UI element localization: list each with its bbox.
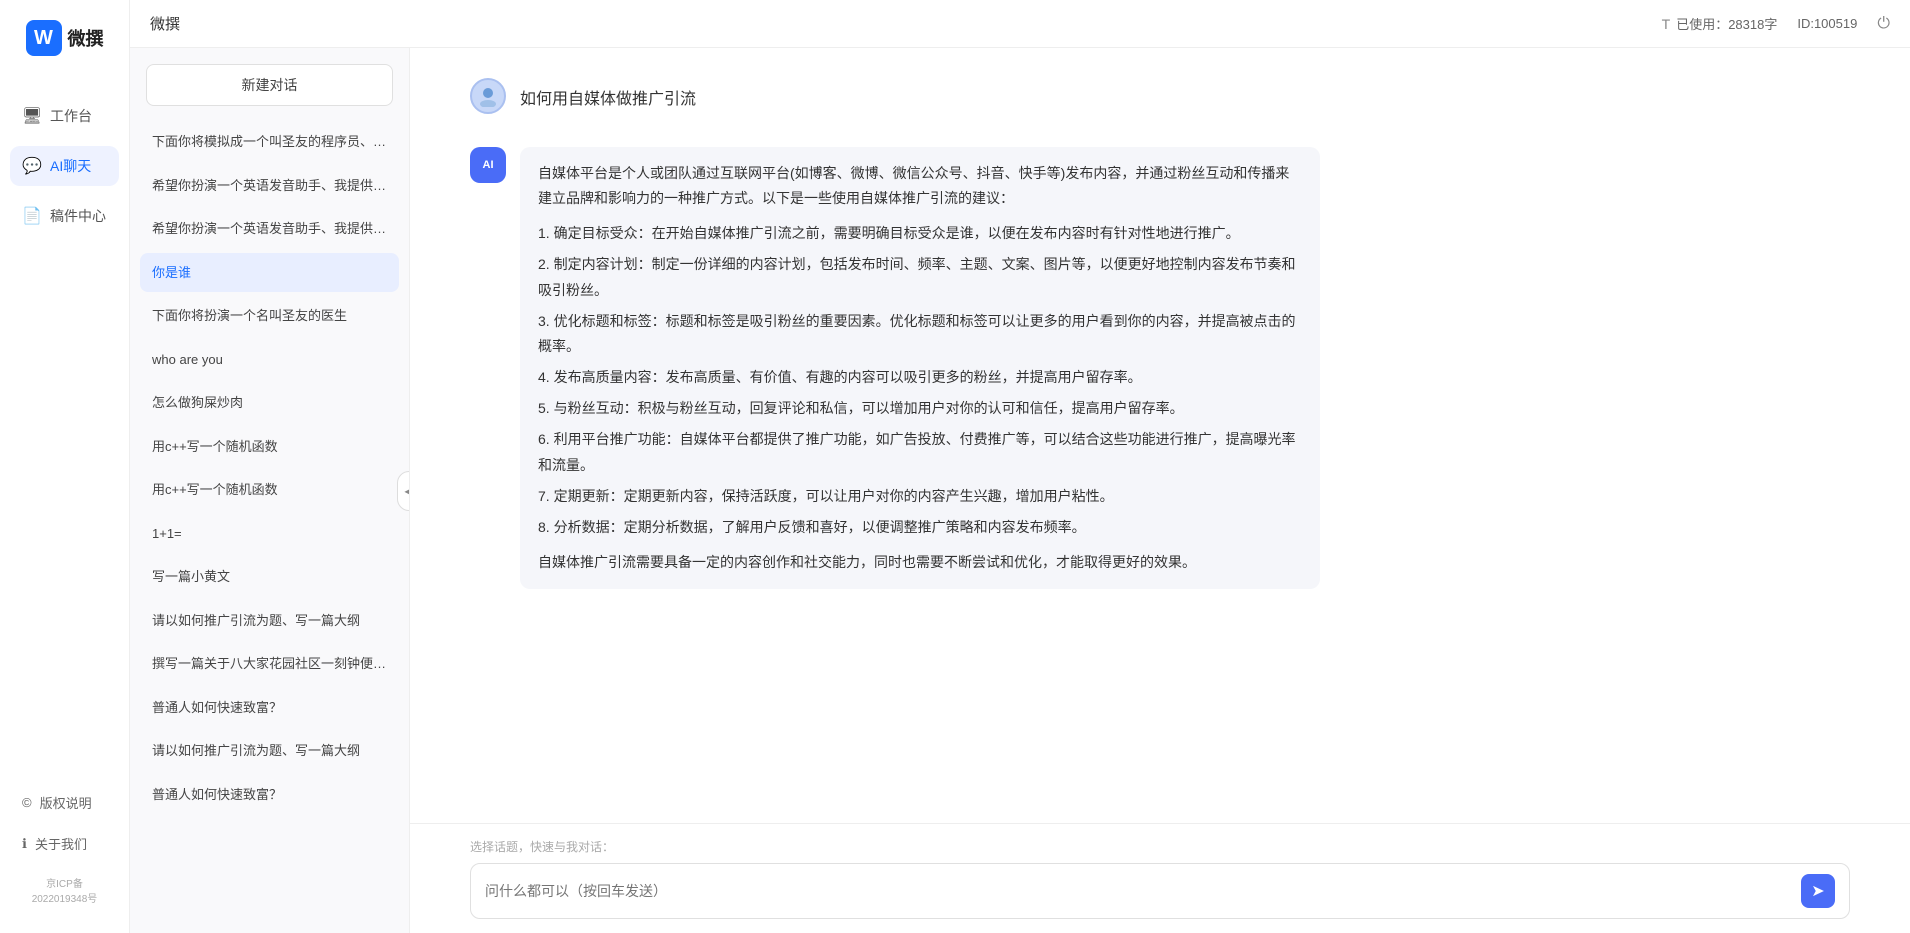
- ai-para-0: 自媒体平台是个人或团队通过互联网平台(如博客、微博、微信公众号、抖音、快手等)发…: [538, 161, 1302, 211]
- logout-icon[interactable]: ⏻: [1877, 15, 1890, 33]
- sidebar-item-ai-chat[interactable]: 💬 AI聊天: [10, 146, 119, 186]
- sidebar-item-label-workbench: 工作台: [50, 106, 92, 126]
- copyright-item[interactable]: © 版权说明: [10, 785, 119, 820]
- chat-main: 如何用自媒体做推广引流 AI 自媒体平台是个人或团队通过互联网平台(如博客、微博…: [410, 48, 1910, 933]
- chat-input[interactable]: [485, 883, 1791, 899]
- list-item[interactable]: 普通人如何快速致富？: [140, 688, 399, 728]
- ai-message-row: AI 自媒体平台是个人或团队通过互联网平台(如博客、微博、微信公众号、抖音、快手…: [470, 147, 1850, 590]
- workbench-icon: 🖥: [22, 106, 42, 126]
- usage-label: 已使用：28318字: [1676, 14, 1777, 33]
- list-item[interactable]: 希望你扮演一个英语发音助手、我提供给你...: [140, 209, 399, 249]
- list-item[interactable]: 撰写一篇关于八大家花园社区一刻钟便民生...: [140, 644, 399, 684]
- nav-items: 🖥 工作台 💬 AI聊天 📄 稿件中心: [0, 96, 129, 785]
- about-label: 关于我们: [35, 834, 87, 853]
- input-box: ➤: [470, 863, 1850, 919]
- sidebar-item-label-ai-chat: AI聊天: [50, 156, 91, 176]
- sidebar-item-workbench[interactable]: 🖥 工作台: [10, 96, 119, 136]
- list-item[interactable]: 下面你将模拟成一个叫圣友的程序员、我说...: [140, 122, 399, 162]
- ai-para-6: 6. 利用平台推广功能：自媒体平台都提供了推广功能，如广告投放、付费推广等，可以…: [538, 427, 1302, 477]
- list-item[interactable]: 下面你将扮演一个名叫圣友的医生: [140, 296, 399, 336]
- chat-list: 下面你将模拟成一个叫圣友的程序员、我说... 希望你扮演一个英语发音助手、我提供…: [130, 122, 409, 933]
- ai-para-1: 1. 确定目标受众：在开始自媒体推广引流之前，需要明确目标受众是谁，以便在发布内…: [538, 221, 1302, 246]
- collapse-button[interactable]: ◀: [397, 471, 410, 511]
- ai-para-2: 2. 制定内容计划：制定一份详细的内容计划，包括发布时间、频率、主题、文案、图片…: [538, 252, 1302, 302]
- main-area: 微撰 T 已使用：28318字 ID:100519 ⏻ 新建对话 下面你将模拟成…: [130, 0, 1910, 933]
- id-label: ID:100519: [1797, 16, 1857, 31]
- logo-text: 微撰: [68, 25, 104, 51]
- usage-icon: T: [1662, 16, 1671, 32]
- list-item[interactable]: 请以如何推广引流为题、写一篇大纲: [140, 601, 399, 641]
- ai-para-8: 8. 分析数据：定期分析数据，了解用户反馈和喜好，以便调整推广策略和内容发布频率…: [538, 515, 1302, 540]
- icp-text: 京ICP备2022019348号: [10, 867, 119, 913]
- usage-info: T 已使用：28318字: [1662, 14, 1778, 33]
- sidebar-nav: W 微撰 🖥 工作台 💬 AI聊天 📄 稿件中心 © 版权说明 ℹ 关于我们 京…: [0, 0, 130, 933]
- ai-para-3: 3. 优化标题和标签：标题和标签是吸引粉丝的重要因素。优化标题和标签可以让更多的…: [538, 309, 1302, 359]
- list-item[interactable]: 普通人如何快速致富？: [140, 775, 399, 815]
- copyright-label: 版权说明: [40, 793, 92, 812]
- content-area: 新建对话 下面你将模拟成一个叫圣友的程序员、我说... 希望你扮演一个英语发音助…: [130, 48, 1910, 933]
- nav-bottom: © 版权说明 ℹ 关于我们 京ICP备2022019348号: [0, 785, 129, 913]
- ai-para-5: 5. 与粉丝互动：积极与粉丝互动，回复评论和私信，可以增加用户对你的认可和信任，…: [538, 396, 1302, 421]
- copyright-icon: ©: [22, 795, 32, 810]
- logo-area: W 微撰: [26, 20, 104, 56]
- ai-chat-icon: 💬: [22, 156, 42, 176]
- topbar-right: T 已使用：28318字 ID:100519 ⏻: [1662, 14, 1890, 33]
- list-item[interactable]: 用c++写一个随机函数: [140, 470, 399, 510]
- ai-message-content: 自媒体平台是个人或团队通过互联网平台(如博客、微博、微信公众号、抖音、快手等)发…: [520, 147, 1320, 590]
- list-item[interactable]: 你是谁: [140, 253, 399, 293]
- about-item[interactable]: ℹ 关于我们: [10, 826, 119, 861]
- chat-input-area: 选择话题，快速与我对话： ➤: [410, 823, 1910, 933]
- list-item[interactable]: 用c++写一个随机函数: [140, 427, 399, 467]
- drafts-icon: 📄: [22, 206, 42, 226]
- list-item[interactable]: 1+1=: [140, 514, 399, 554]
- chat-sidebar: 新建对话 下面你将模拟成一个叫圣友的程序员、我说... 希望你扮演一个英语发音助…: [130, 48, 410, 933]
- quick-topics-label: 选择话题，快速与我对话：: [470, 838, 1850, 855]
- user-question-text: 如何用自媒体做推广引流: [520, 85, 696, 114]
- send-button[interactable]: ➤: [1801, 874, 1835, 908]
- logo-icon: W: [26, 20, 62, 56]
- sidebar-item-label-drafts: 稿件中心: [50, 206, 106, 226]
- topbar: 微撰 T 已使用：28318字 ID:100519 ⏻: [130, 0, 1910, 48]
- send-icon: ➤: [1811, 881, 1824, 901]
- list-item[interactable]: who are you: [140, 340, 399, 380]
- user-avatar: [470, 78, 506, 114]
- ai-para-9: 自媒体推广引流需要具备一定的内容创作和社交能力，同时也需要不断尝试和优化，才能取…: [538, 550, 1302, 575]
- ai-para-4: 4. 发布高质量内容：发布高质量、有价值、有趣的内容可以吸引更多的粉丝，并提高用…: [538, 365, 1302, 390]
- chat-messages: 如何用自媒体做推广引流 AI 自媒体平台是个人或团队通过互联网平台(如博客、微博…: [410, 48, 1910, 823]
- list-item[interactable]: 写一篇小黄文: [140, 557, 399, 597]
- about-icon: ℹ: [22, 836, 27, 852]
- list-item[interactable]: 希望你扮演一个英语发音助手、我提供给你...: [140, 166, 399, 206]
- topbar-title: 微撰: [150, 13, 180, 34]
- list-item[interactable]: 怎么做狗屎炒肉: [140, 383, 399, 423]
- user-message-row: 如何用自媒体做推广引流: [470, 78, 1850, 123]
- new-chat-button[interactable]: 新建对话: [146, 64, 393, 106]
- ai-para-7: 7. 定期更新：定期更新内容，保持活跃度，可以让用户对你的内容产生兴趣，增加用户…: [538, 484, 1302, 509]
- sidebar-item-drafts[interactable]: 📄 稿件中心: [10, 196, 119, 236]
- list-item[interactable]: 请以如何推广引流为题、写一篇大纲: [140, 731, 399, 771]
- ai-avatar: AI: [470, 147, 506, 183]
- user-message-content: 如何用自媒体做推广引流: [520, 78, 696, 123]
